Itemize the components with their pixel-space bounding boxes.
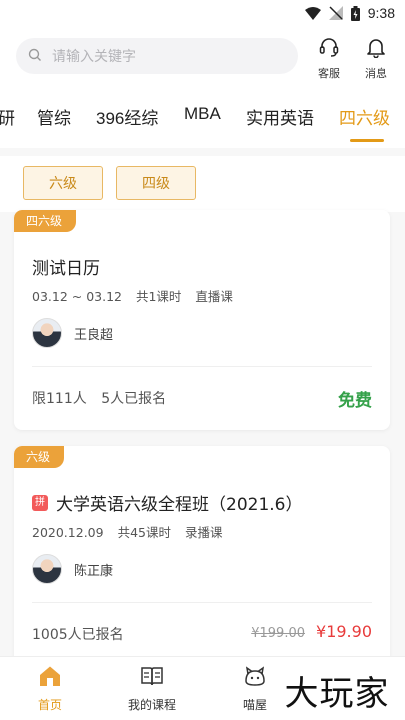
course-tag: 六级 xyxy=(14,446,65,468)
nav-home[interactable]: 首页 xyxy=(15,665,85,713)
enrolled-count: 1005人已报名 xyxy=(32,627,124,643)
wifi-icon xyxy=(304,6,321,20)
group-buy-badge: 拼 xyxy=(32,494,48,511)
nav-my-courses[interactable]: 我的课程 xyxy=(117,665,187,713)
enrolled-count: 5人已报名 xyxy=(101,391,167,407)
course-meta: 03.12 ~ 03.12 共1课时 直播课 xyxy=(32,286,243,305)
level-chip-cet6[interactable]: 六级 xyxy=(23,166,103,200)
tab-postgrad[interactable]: 研 xyxy=(0,104,15,129)
status-icons: 9:38 xyxy=(304,5,395,21)
sale-price: ¥19.90 xyxy=(316,622,372,641)
teacher-name: 王良超 xyxy=(74,327,114,343)
tab-cet[interactable]: 四六级 xyxy=(339,104,390,129)
tab-management[interactable]: 管综 xyxy=(37,104,71,129)
home-icon xyxy=(38,665,62,691)
teacher-name: 陈正康 xyxy=(74,563,114,579)
watermark-text: 大玩家 xyxy=(284,673,390,714)
active-tab-indicator xyxy=(350,139,384,142)
search-placeholder: 请输入关键字 xyxy=(52,49,136,65)
watermark: 大玩家 xyxy=(272,664,402,716)
course-title: 测试日历 xyxy=(32,254,100,279)
nav-my-courses-label: 我的课程 xyxy=(127,698,176,712)
enrollment-limit: 限111人 xyxy=(32,391,87,407)
level-filter: 六级 四级 xyxy=(0,166,405,212)
tab-396[interactable]: 396经综 xyxy=(96,104,158,129)
course-price: 免费 xyxy=(338,391,372,411)
header: 请输入关键字 客服 消息 xyxy=(0,36,405,80)
status-time: 9:38 xyxy=(367,5,395,21)
no-signal-icon xyxy=(328,6,343,20)
course-meta: 2020.12.09 共45课时 录播课 xyxy=(32,522,232,541)
teacher-avatar xyxy=(32,554,62,584)
course-title-text: 大学英语六级全程班（2021.6） xyxy=(56,495,303,515)
original-price: ¥199.00 xyxy=(251,626,305,641)
course-title: 拼 大学英语六级全程班（2021.6） xyxy=(32,490,302,515)
headset-icon xyxy=(318,36,340,62)
book-icon xyxy=(140,665,164,691)
status-bar: 9:38 xyxy=(0,0,405,28)
card-divider xyxy=(32,366,372,367)
course-date: 03.12 ~ 03.12 xyxy=(32,289,122,304)
cat-icon xyxy=(242,665,268,691)
battery-icon xyxy=(350,5,360,21)
tab-practical-english[interactable]: 实用英语 xyxy=(246,104,314,129)
nav-home-label: 首页 xyxy=(37,698,62,712)
enrollment-info: 限111人 5人已报名 xyxy=(32,388,176,408)
card-divider xyxy=(32,602,372,603)
teacher: 王良超 xyxy=(32,318,113,348)
teacher-avatar xyxy=(32,318,62,348)
course-tag: 四六级 xyxy=(14,210,77,232)
customer-service-button[interactable]: 客服 xyxy=(309,36,349,81)
course-lessons: 共45课时 xyxy=(117,525,171,540)
nav-house-label: 喵屋 xyxy=(242,698,267,712)
course-lessons: 共1课时 xyxy=(135,289,182,304)
category-tabs: 研 管综 396经综 MBA 实用英语 四六级 xyxy=(0,98,405,148)
section-divider xyxy=(0,148,405,156)
level-chip-cet4[interactable]: 四级 xyxy=(116,166,196,200)
course-type: 录播课 xyxy=(184,525,223,540)
search-icon xyxy=(28,47,42,66)
bell-icon xyxy=(365,36,387,62)
messages-button[interactable]: 消息 xyxy=(356,36,396,81)
teacher: 陈正康 xyxy=(32,554,113,584)
course-date: 2020.12.09 xyxy=(32,525,104,540)
customer-service-label: 客服 xyxy=(318,67,340,80)
course-card[interactable]: 四六级 测试日历 03.12 ~ 03.12 共1课时 直播课 王良超 限111… xyxy=(14,210,390,430)
course-card[interactable]: 六级 拼 大学英语六级全程班（2021.6） 2020.12.09 共45课时 … xyxy=(14,446,390,676)
course-title-text: 测试日历 xyxy=(32,259,100,279)
tab-mba[interactable]: MBA xyxy=(184,104,221,124)
messages-label: 消息 xyxy=(365,67,387,80)
enrollment-info: 1005人已报名 xyxy=(32,624,134,644)
search-input[interactable]: 请输入关键字 xyxy=(16,38,298,74)
course-type: 直播课 xyxy=(195,289,233,304)
